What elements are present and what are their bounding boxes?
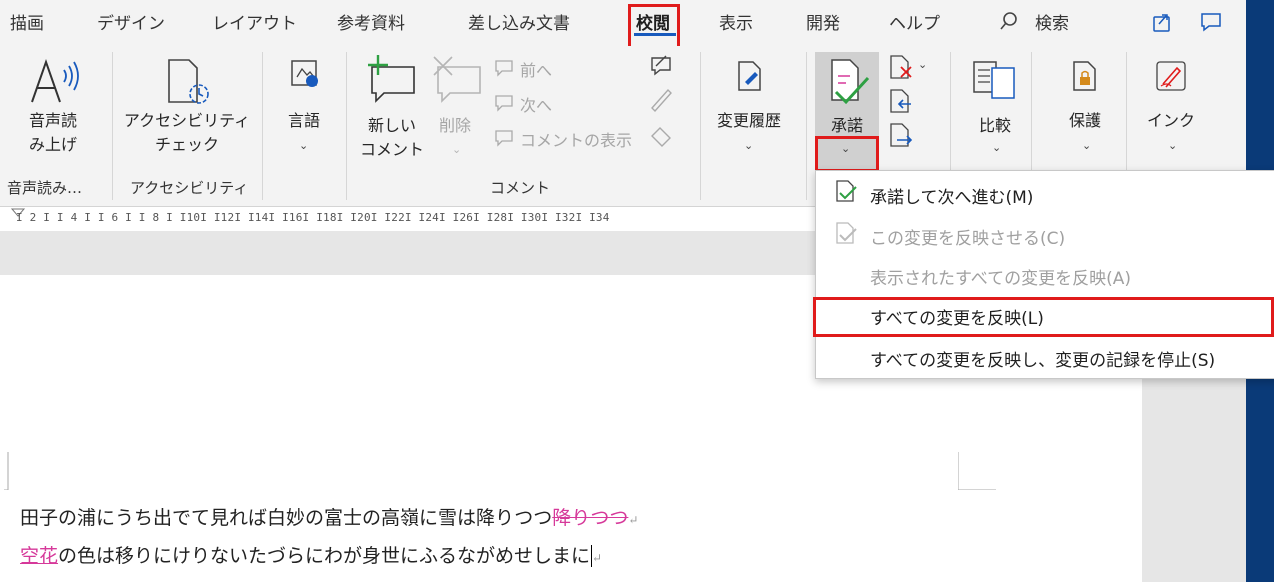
accept-dropdown-highlight [815,136,879,172]
language-button[interactable]: 言語 [278,109,330,133]
tab-mailings[interactable]: 差し込み文書 [468,9,570,34]
tab-developer[interactable]: 開発 [806,9,840,34]
compare-icon [973,61,1015,99]
share-icon[interactable] [1150,10,1174,34]
tab-design[interactable]: デザイン [97,9,165,34]
previous-change-icon[interactable] [887,88,915,114]
tab-help[interactable]: ヘルプ [889,9,940,34]
previous-comment-button[interactable]: 前へ [520,57,552,81]
new-comment-button[interactable]: 新しい コメント [357,114,427,162]
accessibility-check-icon [168,59,209,104]
chevron-down-icon: ⌄ [1082,139,1092,152]
accept-dropdown-menu: 承諾して次へ進む(M) この変更を反映させる(C) 表示されたすべての変更を反映… [813,170,1274,379]
accept-icon [831,59,870,105]
paragraph-mark-icon: ↵ [592,551,603,565]
document-line-1: 田子の浦にうち出でて見れば白妙の富士の高嶺に雪は降りつつ降りつつ↵ [20,503,638,530]
language-icon [291,60,318,87]
track-changes-icon [738,61,761,91]
chevron-down-icon: ⌄ [452,143,462,156]
tab-draw[interactable]: 描画 [10,9,44,34]
menu-item-accept-and-move[interactable]: 承諾して次へ進む(M) [870,183,1033,208]
search-label[interactable]: 検索 [1035,9,1069,34]
ink-icon [1156,61,1186,91]
show-comments-icon [495,130,513,147]
margin-corner-mark [958,452,996,490]
menu-item-accept-all-and-stop-tracking[interactable]: すべての変更を反映し、変更の記録を停止(S) [870,346,1215,371]
tab-view[interactable]: 表示 [719,9,753,34]
accept-all-highlight [813,297,1274,337]
compare-button[interactable]: 比較 [967,114,1023,138]
paragraph-mark-icon: ↵ [628,513,639,527]
accept-and-move-icon [836,180,857,202]
speech-group-label: 音声読み… [7,179,83,197]
ribbon-tab-bar: 描画 デザイン レイアウト 参考資料 差し込み文書 校閲 表示 開発 ヘルプ 検… [0,0,1246,50]
search-icon[interactable] [999,11,1019,31]
read-aloud-label: 音声読 み上げ [28,111,77,154]
next-change-icon[interactable] [887,122,915,148]
accessibility-group-label: アクセシビリティ [130,179,249,197]
document-line-2: 空花の色は移りにけりないたづらにわが身世にふるながめせしまに ↵ [20,541,602,568]
read-aloud-icon [31,58,79,103]
menu-item-accept-this-change[interactable]: この変更を反映させる(C) [870,224,1065,249]
new-comment-icon [368,55,415,103]
chevron-down-icon[interactable]: ⌄ [918,58,927,71]
chevron-down-icon: ⌄ [1168,139,1178,152]
line1-text: 田子の浦にうち出でて見れば白妙の富士の高嶺に雪は降りつつ [20,507,553,529]
next-comment-button[interactable]: 次へ [520,92,552,116]
line2-text: の色は移りにけりないたづらにわが身世にふるながめせしまに [58,545,591,567]
eraser-icon[interactable] [648,122,674,148]
next-comment-icon [495,95,513,112]
deleted-text: 降りつつ [552,507,629,529]
ink-button[interactable]: インク [1140,109,1202,133]
delete-comment-button[interactable]: 削除 [432,114,478,138]
accessibility-check-button[interactable]: アクセシビリティ チェック [122,109,252,157]
resolve-comment-icon[interactable] [648,54,674,78]
tab-layout[interactable]: レイアウト [212,9,297,34]
accept-label: 承諾 [830,116,863,135]
read-aloud-button[interactable]: 音声読 み上げ [18,109,88,157]
comments-group-label: コメント [490,179,551,197]
inserted-text: 空花 [20,545,59,567]
menu-item-accept-all-shown[interactable]: 表示されたすべての変更を反映(A) [870,264,1131,289]
ruler-ticks: I 2 I I 4 I I 6 I I 8 I I10I I12I I14I I… [16,211,610,224]
delete-comment-icon [433,56,481,103]
chevron-down-icon: ⌄ [992,141,1002,154]
chevron-down-icon: ⌄ [299,139,309,152]
protect-icon [1073,61,1096,91]
tab-references[interactable]: 参考資料 [337,9,405,34]
reject-icon[interactable] [887,54,915,80]
accept-this-change-icon [836,222,857,244]
track-changes-button[interactable]: 変更履歴 [704,109,794,133]
review-tab-highlight [628,4,680,50]
show-comments-button[interactable]: コメントの表示 [520,127,632,151]
previous-comment-icon [495,60,513,77]
chevron-down-icon: ⌄ [744,139,754,152]
pen-icon[interactable] [648,86,674,112]
protect-button[interactable]: 保護 [1055,109,1115,133]
comments-pane-icon[interactable] [1199,10,1223,34]
margin-corner-mark [4,452,9,490]
